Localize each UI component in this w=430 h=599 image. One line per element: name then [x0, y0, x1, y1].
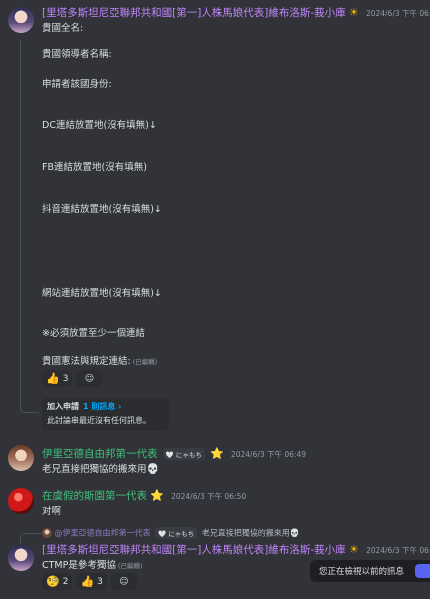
add-reaction-icon: ☺	[84, 373, 95, 384]
user-avatar[interactable]	[8, 488, 34, 514]
reply-avatar	[42, 528, 52, 538]
timestamp: 2024/6/3 下午 06:50	[171, 492, 247, 501]
message-text: 对啊	[42, 506, 62, 517]
reply-role-tag: 🤍 にゃもち	[155, 527, 198, 539]
monocle-face-icon: 🧐	[46, 575, 60, 588]
sun-badge-icon: ☀	[348, 543, 359, 556]
message-line: 網站連結放置地(沒有填無)↓	[42, 288, 162, 299]
thread-connector	[20, 40, 39, 413]
toast-text: 您正在檢視以前的訊息	[319, 567, 405, 577]
role-tag: 🤍 にゃもち	[162, 448, 205, 460]
username[interactable]: 在虞假的斯園第一代表	[42, 490, 147, 502]
user-avatar[interactable]	[8, 445, 34, 471]
user-avatar[interactable]	[8, 545, 34, 571]
thumbs-up-icon: 👍	[46, 372, 60, 385]
username[interactable]: [里塔多斯坦尼亞聯邦共和國[第一]人株馬娘代表]維布洛斯-莪小庫	[42, 7, 346, 19]
message-line: 貴國領導者名稱:	[42, 49, 112, 60]
message-text-row: CTMP是參考獨協 (已編輯)	[42, 557, 142, 571]
message-line: 抖音連結放置地(沒有填無)↓	[42, 204, 162, 215]
message-line-last: 貴國憲法與規定連結: (已編輯)	[42, 353, 157, 367]
user-avatar[interactable]	[8, 7, 34, 33]
viewing-older-messages-bar: 您正在檢視以前的訊息	[310, 560, 430, 582]
reaction-monocle[interactable]: 🧐 2	[42, 573, 73, 590]
thread-preview[interactable]: 加入申請 1 則訊息 › 此討論串最近沒有任何訊息。	[42, 398, 169, 431]
reply-text: 老兄直接把獨協的搬來用	[201, 528, 290, 538]
edited-tag: (已編輯)	[117, 562, 143, 570]
username[interactable]: [里塔多斯坦尼亞聯邦共和國[第一]人株馬娘代表]維布洛斯-莪小庫	[42, 544, 346, 556]
reply-connector	[20, 533, 41, 544]
reaction-count: 2	[62, 576, 69, 587]
star-badge-icon: ⭐	[210, 447, 224, 460]
sun-badge-icon: ☀	[348, 6, 359, 19]
add-reaction-button[interactable]: ☺	[76, 370, 103, 387]
message-line: ※必須放置至少一個連結	[42, 328, 145, 339]
reactions-bar: 🧐 2 👍 3 ☺	[42, 573, 137, 590]
message-text: 老兄直接把獨協的搬來用	[42, 464, 147, 475]
message-header: 伊里亞德自由邦第一代表 🤍 にゃもち ⭐ 2024/6/3 下午 06:49	[42, 446, 306, 461]
reply-username[interactable]: @伊里亞德自由邦第一代表	[55, 529, 151, 538]
star-badge-icon: ⭐	[150, 489, 164, 502]
thread-title-row: 加入申請 1 則訊息 ›	[47, 401, 164, 412]
skull-icon: 💀	[289, 528, 300, 538]
thread-title: 加入申請	[47, 402, 79, 411]
message-line: DC連結放置地(沒有填無)↓	[42, 120, 157, 131]
reactions-bar: 👍 3 ☺	[42, 370, 103, 387]
thread-subtitle: 此討論串最近沒有任何訊息。	[47, 416, 151, 425]
edited-tag: (已編輯)	[132, 358, 158, 366]
reaction-thumbs-up[interactable]: 👍 3	[42, 370, 73, 387]
username[interactable]: 伊里亞德自由邦第一代表	[42, 448, 158, 460]
message-text-row: 老兄直接把獨協的搬來用💀	[42, 461, 159, 475]
reaction-count: 3	[97, 576, 103, 587]
add-reaction-button[interactable]: ☺	[110, 573, 137, 590]
message-header: [里塔多斯坦尼亞聯邦共和國[第一]人株馬娘代表]維布洛斯-莪小庫 ☀ 2024/…	[42, 542, 430, 557]
message-line: 申請者該國身份:	[42, 79, 112, 90]
reply-preview[interactable]: @伊里亞德自由邦第一代表 🤍 にゃもち 老兄直接把獨協的搬來用💀	[42, 527, 300, 539]
reaction-thumbs-up[interactable]: 👍 3	[76, 573, 107, 590]
message-line: FB連結放置地(沒有填無)	[42, 162, 147, 173]
reaction-count: 3	[62, 373, 69, 384]
message-header: [里塔多斯坦尼亞聯邦共和國[第一]人株馬娘代表]維布洛斯-莪小庫 ☀ 2024/…	[42, 5, 430, 20]
add-reaction-icon: ☺	[119, 576, 129, 587]
thread-message-count-link[interactable]: 1 則訊息 ›	[83, 402, 121, 411]
skull-icon: 💀	[146, 464, 159, 475]
timestamp: 2024/6/3 下午 06:49	[230, 450, 307, 459]
timestamp: 2024/6/3 下午 06:55	[365, 546, 430, 555]
message-header: 在虞假的斯園第一代表 ⭐ 2024/6/3 下午 06:50	[42, 488, 246, 503]
jump-to-present-button[interactable]	[415, 564, 430, 578]
timestamp: 2024/6/3 下午 06:48	[365, 9, 430, 18]
thumbs-up-icon: 👍	[80, 575, 95, 588]
message-text: CTMP是參考獨協	[42, 560, 116, 571]
constitution-label: 貴國憲法與規定連結:	[42, 356, 131, 367]
message-line: 貴國全名:	[42, 23, 84, 34]
